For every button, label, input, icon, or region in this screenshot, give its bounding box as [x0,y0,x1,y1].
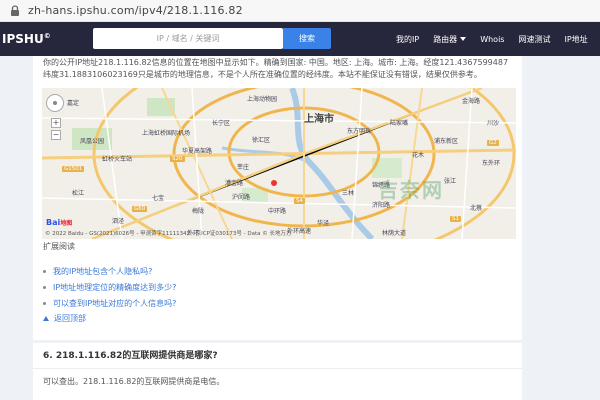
logo-mark: © [43,32,51,40]
list-item[interactable]: 可以查到IP地址对应的个人信息吗? [43,295,176,311]
extended-reading-list: 我的IP地址包含个人隐私吗? IP地址地理定位的精确度达到多少? 可以查到IP地… [43,263,176,325]
menu-my-ip[interactable]: 我的IP [396,34,419,45]
list-item[interactable]: IP地址地理定位的精确度达到多少? [43,279,176,295]
map-label: 川沙 [487,120,500,127]
highway-shield: S20 [170,156,185,162]
search-input[interactable]: IP / 域名 / 关键词 [93,28,283,49]
content-card: 你的公开IP地址218.1.116.82信息的位置在地图中显示如下。精确到国家:… [33,56,522,340]
top-nav: IPSHU© IP / 域名 / 关键词 搜索 我的IP 路由器 Whois 网… [0,22,600,56]
map-label: 长宁区 [212,120,231,127]
baidu-logo[interactable]: Bai地图 [46,218,72,227]
bullet-icon [43,269,46,273]
menu-speed-test[interactable]: 网速测试 [518,34,550,45]
list-item[interactable]: 我的IP地址包含个人隐私吗? [43,263,176,279]
bullet-icon [43,301,46,305]
map-label: 松江 [72,190,85,197]
lock-icon [11,4,19,16]
map-label: 张江 [444,178,457,185]
map-label: 陆家嘴 [390,120,409,127]
map-label: 虹桥火车站 [102,156,133,163]
map-label: 金海路 [462,98,481,105]
map-label: 泗泾 [112,218,125,225]
map-label: 华泾 [317,220,330,227]
map-label: 花木 [412,152,425,159]
watermark: 吉奈网 [378,178,444,202]
isp-card: 6. 218.1.116.82的互联网提供商是哪家? 可以查出。218.1.11… [33,343,522,400]
map-label: 嘉定 [67,100,80,107]
location-description: 你的公开IP地址218.1.116.82信息的位置在地图中显示如下。精确到国家:… [43,58,509,79]
map-label: 七宝 [152,195,165,202]
main-menu: 我的IP 路由器 Whois 网速测试 IP地址 [396,22,600,56]
extended-reading-title: 扩展阅读 [43,242,75,251]
baidu-logo-text: Bai [46,218,61,227]
menu-ip-address[interactable]: IP地址 [564,34,587,45]
logo-text: IPSHU [2,32,44,46]
map-label: 上海虹桥国际机场 [142,130,191,137]
map-label: 漕宝路 [225,180,244,187]
highway-shield: G60 [132,206,148,212]
highway-shield: G1501 [62,166,85,172]
map-label: 徐汇区 [252,137,271,144]
isp-heading: 6. 218.1.116.82的互联网提供商是哪家? [33,343,522,369]
menu-whois[interactable]: Whois [480,35,504,44]
address-bar[interactable]: zh-hans.ipshu.com/ipv4/218.1.116.82 [0,0,600,22]
map-label: 东方明珠 [347,128,372,135]
map-label: 北蔡 [470,205,483,212]
map-label: 沪闵路 [232,194,251,201]
map-label: 莘庄 [237,164,250,171]
map-label: 梅陇 [192,208,205,215]
pan-control[interactable] [46,94,64,112]
zoom-in-button[interactable]: + [51,118,61,128]
link-text: 我的IP地址包含个人隐私吗? [53,266,153,276]
map-label: 林荫大道 [382,230,407,237]
highway-shield: S1 [450,216,461,222]
back-to-top-link[interactable]: 返回顶部 [43,311,176,325]
map-label: 浦东新区 [434,138,459,145]
back-to-top-label: 返回顶部 [54,313,86,323]
map-label: 三林 [342,190,355,197]
link-text: 可以查到IP地址对应的个人信息吗? [53,298,177,308]
highway-shield: S4 [294,198,305,204]
bullet-icon [43,285,46,289]
map-label: 东外环 [482,160,501,167]
map-city-label: 上海市 [304,114,334,125]
map-label: 华夏高架路 [182,148,213,155]
zoom-out-button[interactable]: − [51,130,61,140]
map-label: 上海动物园 [247,96,278,103]
map-label: 凤凰公园 [80,138,105,145]
map-credit: © 2022 Baidu - GS(2021)6026号 - 甲测资字11111… [45,231,292,237]
chevron-down-icon [460,37,467,41]
map-label: 中环路 [268,208,287,215]
highway-shield: G2 [487,140,499,146]
url-text: zh-hans.ipshu.com/ipv4/218.1.116.82 [28,4,243,17]
arrow-up-icon [43,315,49,321]
menu-router[interactable]: 路由器 [433,34,467,45]
isp-answer: 可以查出。218.1.116.82的互联网提供商是电信。 [43,377,225,386]
site-logo[interactable]: IPSHU© [0,32,60,46]
location-map[interactable]: + − 上海市 上海动物园 上海虹桥国际机场 凤凰公园 虹桥火车站 莘庄 漕宝路… [42,88,516,239]
search-button[interactable]: 搜索 [283,28,331,49]
menu-router-label: 路由器 [433,34,458,44]
baidu-logo-suffix: 地图 [60,220,73,227]
link-text: IP地址地理定位的精确度达到多少? [53,282,177,292]
